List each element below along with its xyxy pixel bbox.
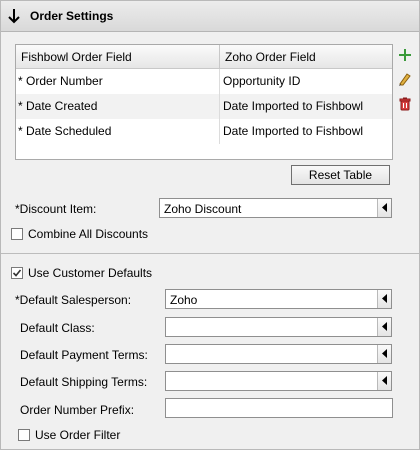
section-header[interactable]: Order Settings	[1, 1, 419, 32]
default-class-label: Default Class:	[20, 321, 95, 335]
arrow-down-icon[interactable]	[7, 8, 21, 24]
default-salesperson-label: *Default Salesperson:	[15, 293, 132, 307]
order-number-prefix-input[interactable]	[165, 398, 393, 418]
dropdown-arrow-icon[interactable]	[377, 372, 391, 390]
section-title: Order Settings	[30, 9, 114, 23]
divider	[1, 253, 419, 254]
table-row[interactable]: * Order Number Opportunity ID	[16, 69, 392, 94]
pencil-icon[interactable]	[398, 72, 412, 86]
discount-item-value: Zoho Discount	[164, 202, 242, 216]
plus-icon[interactable]	[398, 48, 412, 62]
cell-zoho-field: Date Imported to Fishbowl	[223, 124, 364, 138]
default-shipping-terms-label: Default Shipping Terms:	[20, 375, 148, 389]
discount-item-select[interactable]: Zoho Discount	[159, 198, 392, 218]
table-row[interactable]: * Date Scheduled Date Imported to Fishbo…	[16, 119, 392, 144]
cell-fishbowl-field: * Order Number	[16, 69, 220, 94]
default-shipping-terms-select[interactable]	[165, 371, 392, 391]
combine-discounts-label: Combine All Discounts	[28, 227, 149, 241]
dropdown-arrow-icon[interactable]	[377, 199, 391, 217]
order-number-prefix-label: Order Number Prefix:	[20, 403, 135, 417]
table-row[interactable]: * Date Created Date Imported to Fishbowl	[16, 94, 392, 119]
cell-zoho-field: Opportunity ID	[223, 74, 301, 88]
use-customer-defaults-label: Use Customer Defaults	[28, 266, 153, 280]
use-order-filter-label: Use Order Filter	[35, 428, 121, 442]
column-header-fishbowl[interactable]: Fishbowl Order Field	[16, 45, 220, 69]
reset-table-button[interactable]: Reset Table	[291, 165, 390, 185]
cell-fishbowl-field: * Date Scheduled	[16, 119, 220, 144]
field-mapping-table[interactable]: Fishbowl Order Field Zoho Order Field * …	[15, 44, 393, 160]
dropdown-arrow-icon[interactable]	[377, 290, 391, 308]
use-customer-defaults-checkbox[interactable]	[11, 267, 23, 279]
dropdown-arrow-icon[interactable]	[377, 345, 391, 363]
column-header-zoho[interactable]: Zoho Order Field	[220, 45, 392, 69]
default-salesperson-value: Zoho	[170, 293, 198, 307]
default-class-select[interactable]	[165, 317, 392, 337]
default-payment-terms-label: Default Payment Terms:	[20, 348, 148, 362]
dropdown-arrow-icon[interactable]	[377, 318, 391, 336]
default-payment-terms-select[interactable]	[165, 344, 392, 364]
cell-zoho-field: Date Imported to Fishbowl	[223, 99, 364, 113]
default-salesperson-select[interactable]: Zoho	[165, 289, 392, 309]
trash-icon[interactable]	[398, 97, 412, 111]
order-settings-panel: Order Settings Fishbowl Order Field Zoho…	[0, 0, 420, 450]
cell-fishbowl-field: * Date Created	[16, 94, 220, 119]
use-order-filter-checkbox[interactable]	[18, 429, 30, 441]
discount-item-label: *Discount Item:	[15, 202, 97, 216]
combine-discounts-checkbox[interactable]	[11, 228, 23, 240]
